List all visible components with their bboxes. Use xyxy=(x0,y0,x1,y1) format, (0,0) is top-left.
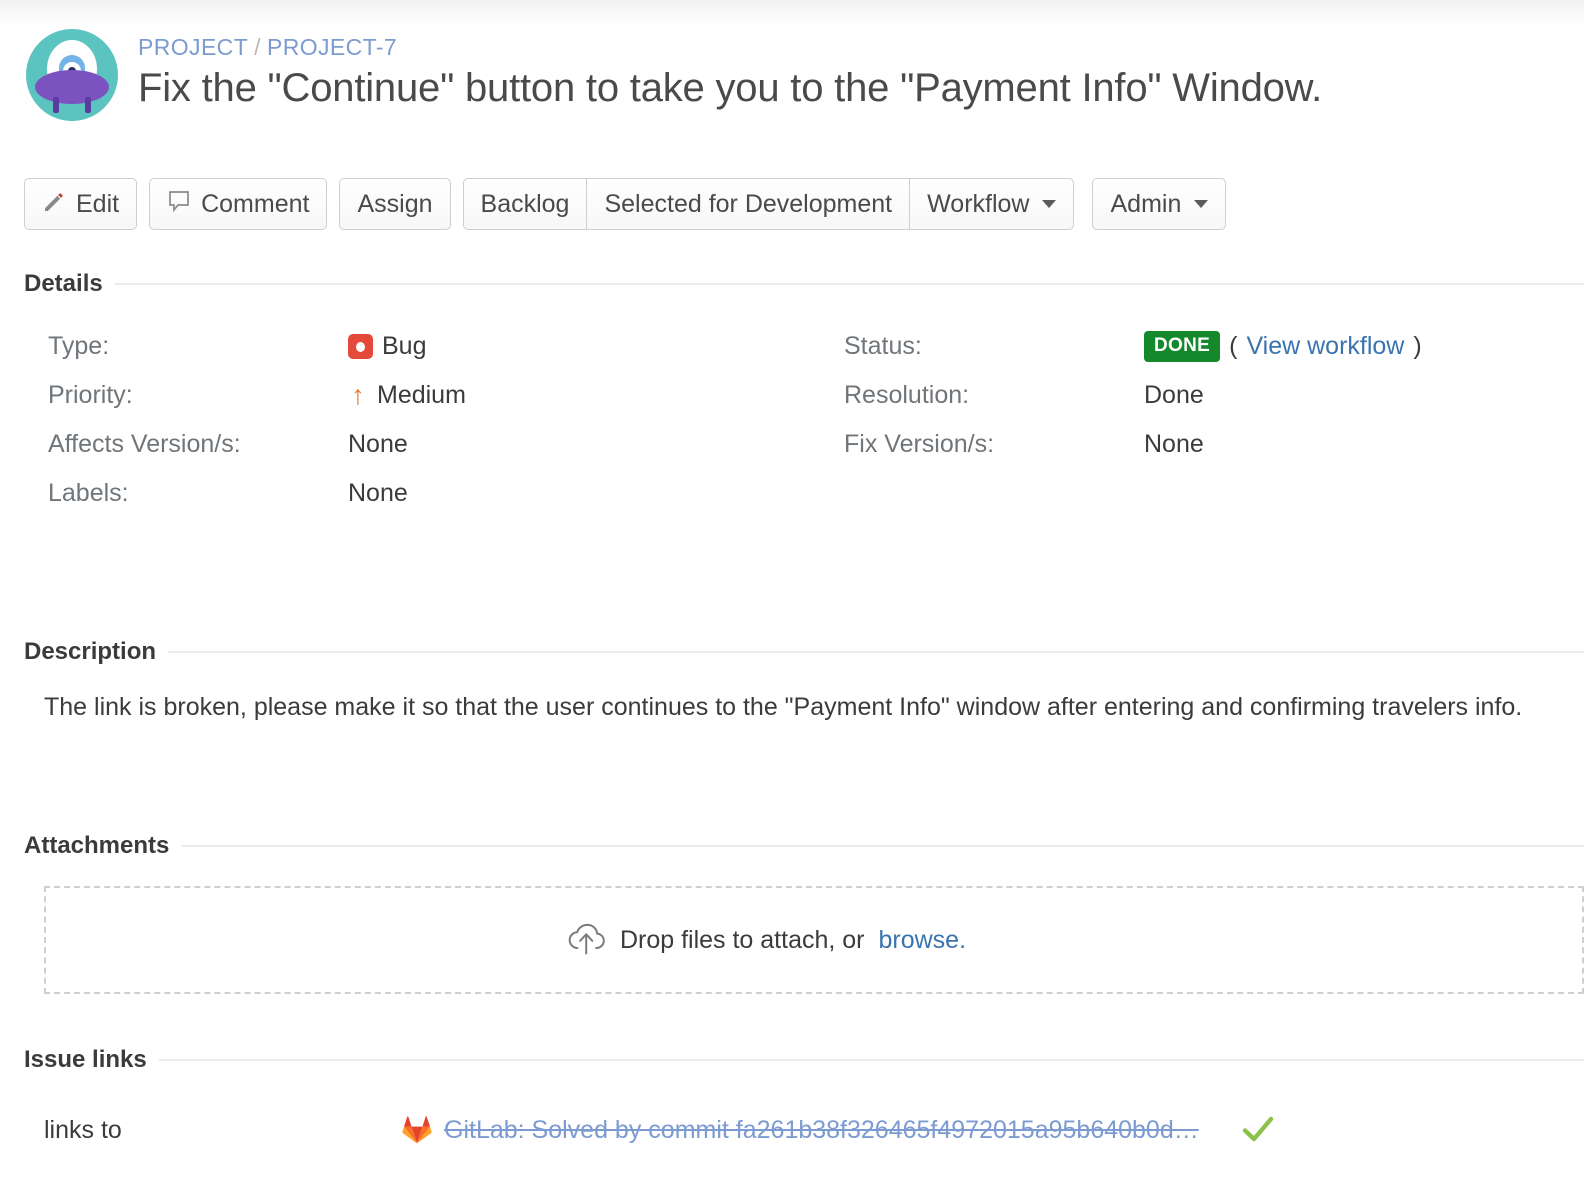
detail-row-resolution: Resolution: Done xyxy=(844,371,1422,420)
pencil-icon xyxy=(42,189,66,220)
issue-toolbar: Edit Comment Assign Backlog Selected for… xyxy=(24,178,1227,230)
description-section-title: Description xyxy=(24,638,157,665)
detail-row-affects-version: Affects Version/s: None xyxy=(48,420,466,469)
attachment-dropzone[interactable]: Drop files to attach, or browse. xyxy=(44,886,1584,994)
details-section-header: Details xyxy=(24,270,1584,298)
page-title: Fix the "Continue" button to take you to… xyxy=(138,66,1323,110)
details-left-column: Type: Bug Priority: ↑ Medium Affects Ver… xyxy=(48,322,466,518)
workflow-button-group: Backlog Selected for Development Workflo… xyxy=(462,178,1075,230)
detail-label-status: Status: xyxy=(844,332,922,360)
assign-button[interactable]: Assign xyxy=(339,178,451,230)
ufo-avatar-icon xyxy=(24,27,120,123)
detail-label-priority: Priority: xyxy=(48,381,133,409)
backlog-button[interactable]: Backlog xyxy=(462,178,588,230)
priority-medium-arrow-icon: ↑ xyxy=(351,380,365,410)
issue-link-content: GitLab: Solved by commit fa261b38f326465… xyxy=(402,1113,1275,1147)
close-paren: ) xyxy=(1413,332,1422,360)
issue-links-section-header: Issue links xyxy=(24,1046,1584,1074)
detail-label-affects-version: Affects Version/s: xyxy=(48,430,241,458)
breadcrumb-project-link[interactable]: PROJECT xyxy=(138,34,248,60)
workflow-dropdown-button[interactable]: Workflow xyxy=(910,178,1075,230)
bug-icon xyxy=(348,334,373,359)
edit-button[interactable]: Edit xyxy=(24,178,138,230)
detail-row-fix-version: Fix Version/s: None xyxy=(844,420,1422,469)
backlog-button-label: Backlog xyxy=(480,189,570,218)
admin-button-label: Admin xyxy=(1110,189,1182,218)
details-right-column: Status: DONE ( View workflow) Resolution:… xyxy=(844,322,1422,469)
workflow-button-label: Workflow xyxy=(927,189,1030,218)
section-divider xyxy=(114,283,1584,285)
detail-label-resolution: Resolution: xyxy=(844,381,970,409)
selected-for-development-button-label: Selected for Development xyxy=(604,189,893,218)
section-divider xyxy=(181,845,1584,847)
issue-link-relation: links to xyxy=(44,1115,122,1144)
details-section-title: Details xyxy=(24,270,103,297)
edit-button-label: Edit xyxy=(76,189,120,218)
breadcrumb-separator: / xyxy=(254,34,261,60)
detail-value-type-text: Bug xyxy=(382,332,427,360)
status-badge: DONE xyxy=(1144,331,1221,362)
breadcrumb-issue-key-link[interactable]: PROJECT-7 xyxy=(267,34,397,60)
detail-row-status: Status: DONE ( View workflow) xyxy=(844,322,1422,371)
issue-links-section: Issue links links to GitLab: Solved by c… xyxy=(24,1046,1584,1160)
detail-row-type: Type: Bug xyxy=(48,322,466,371)
detail-label-labels: Labels: xyxy=(48,479,129,507)
section-divider xyxy=(158,1059,1584,1061)
gitlab-icon xyxy=(402,1115,432,1145)
attachments-section-header: Attachments xyxy=(24,832,1584,860)
detail-value-priority: ↑ Medium xyxy=(348,381,466,410)
detail-row-priority: Priority: ↑ Medium xyxy=(48,371,466,420)
green-check-icon xyxy=(1241,1113,1275,1147)
view-workflow-link[interactable]: View workflow xyxy=(1246,332,1404,361)
section-divider xyxy=(168,651,1584,653)
comment-button-label: Comment xyxy=(201,189,310,218)
details-body: Type: Bug Priority: ↑ Medium Affects Ver… xyxy=(24,322,1584,552)
open-paren: ( xyxy=(1229,332,1238,360)
browse-files-link[interactable]: browse. xyxy=(879,926,967,955)
breadcrumb: PROJECT / PROJECT-7 xyxy=(138,34,397,61)
detail-value-affects-version: None xyxy=(348,430,408,458)
attachment-dropzone-text: Drop files to attach, or xyxy=(619,925,865,954)
issue-link-summary[interactable]: GitLab: Solved by commit fa261b38f326465… xyxy=(444,1116,1199,1145)
cloud-upload-icon xyxy=(562,918,606,963)
detail-value-priority-text: Medium xyxy=(377,381,466,409)
detail-value-fix-version: None xyxy=(1144,430,1204,458)
details-section: Details Type: Bug Priority: ↑ Medium Aff… xyxy=(24,270,1584,552)
selected-for-development-button[interactable]: Selected for Development xyxy=(587,178,911,230)
detail-value-resolution: Done xyxy=(1144,381,1204,409)
detail-value-type: Bug xyxy=(348,332,426,361)
admin-dropdown-button[interactable]: Admin xyxy=(1092,178,1227,230)
detail-row-labels: Labels: None xyxy=(48,469,466,518)
assign-button-label: Assign xyxy=(357,189,433,218)
detail-label-fix-version: Fix Version/s: xyxy=(844,430,995,458)
description-section-header: Description xyxy=(24,638,1584,666)
attachment-dropzone-content: Drop files to attach, or browse. xyxy=(562,918,966,963)
description-text: The link is broken, please make it so th… xyxy=(44,693,1523,721)
detail-label-type: Type: xyxy=(48,332,110,360)
attachments-section: Attachments Drop files to attach, or bro… xyxy=(24,832,1584,994)
chevron-down-icon xyxy=(1042,200,1057,208)
comment-bubble-icon xyxy=(167,189,191,220)
description-section: Description The link is broken, please m… xyxy=(24,638,1584,727)
chevron-down-icon xyxy=(1194,200,1209,208)
issue-links-section-title: Issue links xyxy=(24,1046,147,1073)
detail-value-labels: None xyxy=(348,479,408,507)
comment-button[interactable]: Comment xyxy=(149,178,328,230)
detail-value-status: DONE ( View workflow) xyxy=(1144,331,1422,362)
issue-link-row: links to GitLab: Solved by commit fa261b… xyxy=(24,1100,1584,1160)
issue-header: PROJECT / PROJECT-7 Fix the "Continue" but… xyxy=(0,0,1584,150)
attachments-section-title: Attachments xyxy=(24,832,170,859)
